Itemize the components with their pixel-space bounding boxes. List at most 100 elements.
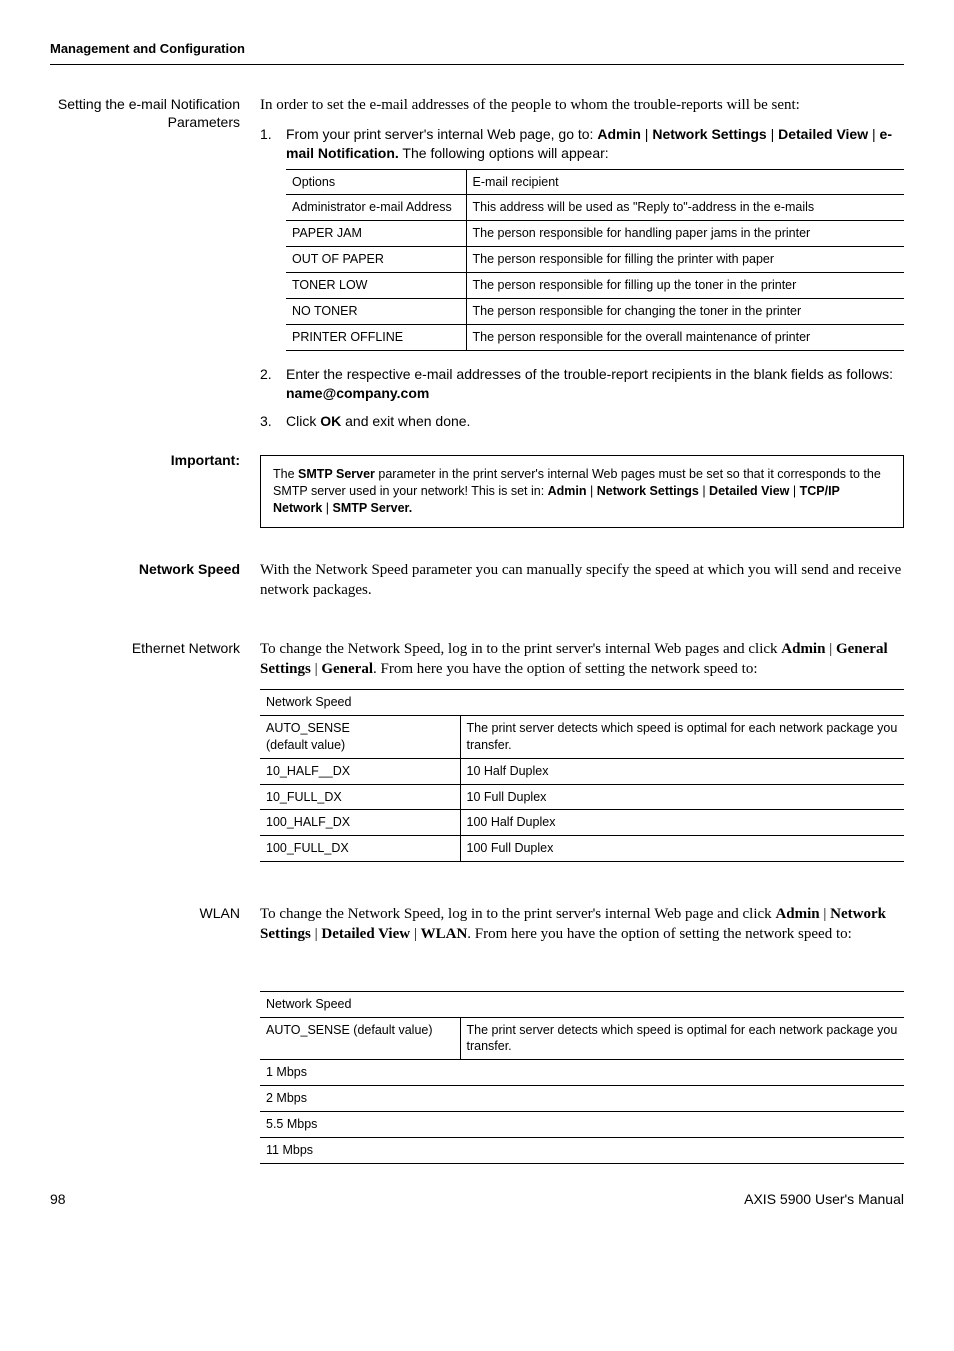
- note-b2: Admin: [548, 484, 587, 498]
- cell: The print server detects which speed is …: [460, 1017, 904, 1060]
- eth-p2: |: [311, 661, 322, 677]
- section-header: Management and Configuration: [50, 40, 904, 65]
- eth-b3: General: [321, 661, 373, 677]
- note-b3: Network Settings: [597, 484, 699, 498]
- intro-text: In order to set the e-mail addresses of …: [260, 95, 904, 115]
- note-p2: |: [699, 484, 709, 498]
- cell: 5.5 Mbps: [260, 1112, 904, 1138]
- table-row: 1 Mbps: [260, 1060, 904, 1086]
- cell: Administrator e-mail Address: [286, 195, 466, 221]
- step-1: From your print server's internal Web pa…: [260, 125, 904, 351]
- table-row: 5.5 Mbps: [260, 1112, 904, 1138]
- table-row: 10_HALF__DX10 Half Duplex: [260, 758, 904, 784]
- note-p1: |: [587, 484, 597, 498]
- table-row: TONER LOWThe person responsible for fill…: [286, 273, 904, 299]
- ethernet-speed-table: Network Speed AUTO_SENSE(default value)T…: [260, 689, 904, 862]
- step2-text: Enter the respective e-mail addresses of…: [286, 366, 893, 382]
- step3-b: OK: [320, 413, 341, 429]
- cell: The person responsible for handling pape…: [466, 221, 904, 247]
- wlan-p3: |: [410, 926, 421, 942]
- table-row: AUTO_SENSE (default value)The print serv…: [260, 1017, 904, 1060]
- wlan-b3: Detailed View: [321, 926, 410, 942]
- wlan-p2: |: [311, 926, 322, 942]
- step1-post: The following options will appear:: [399, 145, 609, 161]
- cell: NO TONER: [286, 298, 466, 324]
- eth-b1: Admin: [781, 641, 825, 657]
- step3-post: and exit when done.: [341, 413, 470, 429]
- important-label: Important:: [50, 451, 260, 550]
- eth-post: . From here you have the option of setti…: [373, 661, 758, 677]
- wlan-label: WLAN: [50, 904, 260, 1178]
- cell: AUTO_SENSE(default value): [260, 715, 460, 758]
- cell: Network Speed: [260, 690, 904, 716]
- ethernet-text: To change the Network Speed, log in to t…: [260, 639, 904, 680]
- step1-p2: |: [767, 126, 778, 142]
- table-row: 100_HALF_DX100 Half Duplex: [260, 810, 904, 836]
- note-p4: |: [322, 501, 332, 515]
- table-row: 100_FULL_DX100 Full Duplex: [260, 836, 904, 862]
- table-row: PAPER JAMThe person responsible for hand…: [286, 221, 904, 247]
- block-wlan: WLAN To change the Network Speed, log in…: [50, 904, 904, 1178]
- block-email-notification: Setting the e-mail Notification Paramete…: [50, 95, 904, 442]
- cell: 100_FULL_DX: [260, 836, 460, 862]
- table-row: 11 Mbps: [260, 1137, 904, 1163]
- table-row: Network Speed: [260, 690, 904, 716]
- table-row: AUTO_SENSE(default value)The print serve…: [260, 715, 904, 758]
- cell: Options: [286, 169, 466, 195]
- table-row: OptionsE-mail recipient: [286, 169, 904, 195]
- cell: 11 Mbps: [260, 1137, 904, 1163]
- page-footer: 98 AXIS 5900 User's Manual: [50, 1190, 904, 1209]
- options-table: OptionsE-mail recipient Administrator e-…: [286, 169, 904, 351]
- cell: Network Speed: [260, 991, 904, 1017]
- cell-a: AUTO_SENSE: [266, 721, 350, 735]
- wlan-p1: |: [820, 906, 831, 922]
- cell: 10_HALF__DX: [260, 758, 460, 784]
- table-row: 2 Mbps: [260, 1086, 904, 1112]
- cell: This address will be used as "Reply to"-…: [466, 195, 904, 221]
- cell: 2 Mbps: [260, 1086, 904, 1112]
- step3-pre: Click: [286, 413, 320, 429]
- side-label-email: Setting the e-mail Notification Paramete…: [50, 95, 260, 442]
- cell: The person responsible for filling the p…: [466, 247, 904, 273]
- table-row: Network Speed: [260, 991, 904, 1017]
- manual-title: AXIS 5900 User's Manual: [744, 1190, 904, 1209]
- note-b1: SMTP Server: [298, 467, 375, 481]
- step1-pre: From your print server's internal Web pa…: [286, 126, 597, 142]
- cell: TONER LOW: [286, 273, 466, 299]
- cell: The person responsible for changing the …: [466, 298, 904, 324]
- cell: The print server detects which speed is …: [460, 715, 904, 758]
- netspeed-text: With the Network Speed parameter you can…: [260, 560, 904, 601]
- eth-p1: |: [825, 641, 836, 657]
- important-note: The SMTP Server parameter in the print s…: [260, 455, 904, 528]
- step-3: Click OK and exit when done.: [260, 412, 904, 431]
- note-p3: |: [789, 484, 799, 498]
- cell: 10_FULL_DX: [260, 784, 460, 810]
- wlan-b4: WLAN: [421, 926, 468, 942]
- wlan-text: To change the Network Speed, log in to t…: [260, 904, 904, 945]
- note-b6: SMTP Server.: [333, 501, 413, 515]
- cell: OUT OF PAPER: [286, 247, 466, 273]
- table-row: Administrator e-mail AddressThis address…: [286, 195, 904, 221]
- step-2: Enter the respective e-mail addresses of…: [260, 365, 904, 403]
- step1-p3: |: [868, 126, 879, 142]
- cell: 10 Half Duplex: [460, 758, 904, 784]
- cell: PAPER JAM: [286, 221, 466, 247]
- cell: The person responsible for filling up th…: [466, 273, 904, 299]
- ethernet-label: Ethernet Network: [50, 639, 260, 877]
- cell: E-mail recipient: [466, 169, 904, 195]
- cell: 10 Full Duplex: [460, 784, 904, 810]
- cell: AUTO_SENSE (default value): [260, 1017, 460, 1060]
- cell: The person responsible for the overall m…: [466, 324, 904, 350]
- table-row: PRINTER OFFLINEThe person responsible fo…: [286, 324, 904, 350]
- wlan-b1: Admin: [775, 906, 819, 922]
- wlan-pre: To change the Network Speed, log in to t…: [260, 906, 775, 922]
- page-number: 98: [50, 1190, 66, 1209]
- cell: 100 Full Duplex: [460, 836, 904, 862]
- table-row: 10_FULL_DX10 Full Duplex: [260, 784, 904, 810]
- wlan-speed-table: Network Speed AUTO_SENSE (default value)…: [260, 991, 904, 1164]
- step1-b2: Network Settings: [652, 126, 766, 142]
- cell: 1 Mbps: [260, 1060, 904, 1086]
- block-ethernet: Ethernet Network To change the Network S…: [50, 639, 904, 877]
- table-row: NO TONERThe person responsible for chang…: [286, 298, 904, 324]
- table-row: OUT OF PAPERThe person responsible for f…: [286, 247, 904, 273]
